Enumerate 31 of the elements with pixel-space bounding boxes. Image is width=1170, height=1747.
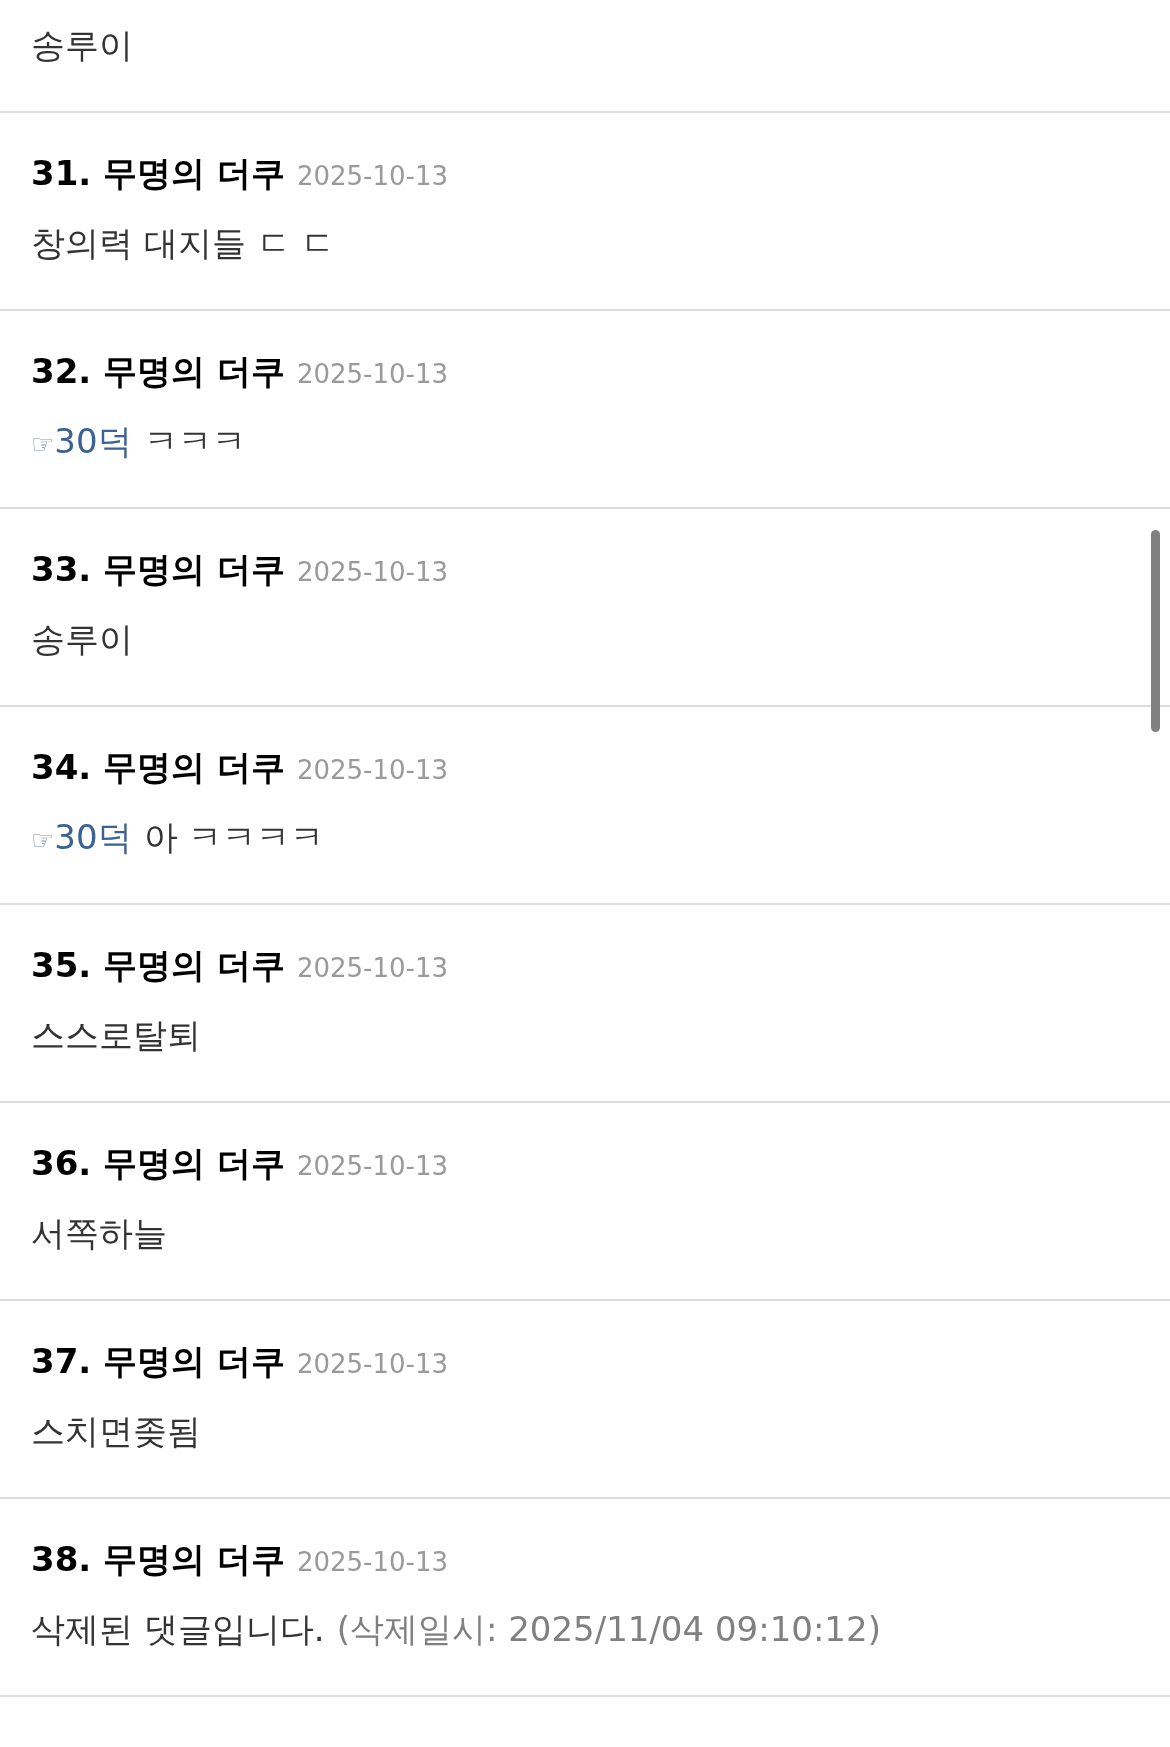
comment-text: 스스로탈퇴 bbox=[31, 1014, 201, 1057]
comment-text: 송루이 bbox=[31, 618, 133, 661]
scrollbar-thumb[interactable] bbox=[1151, 530, 1160, 732]
comment-date: 2025-10-13 bbox=[296, 358, 448, 391]
pointing-hand-icon: ☞ bbox=[31, 420, 55, 468]
comment-author: 36. 무명의 더쿠 bbox=[31, 1142, 285, 1185]
reply-link[interactable]: ☞30덕 bbox=[31, 417, 132, 468]
comment-author: 35. 무명의 더쿠 bbox=[31, 944, 285, 987]
comment-author: 37. 무명의 더쿠 bbox=[31, 1340, 285, 1383]
comment-text: 아 ㅋㅋㅋㅋ bbox=[143, 816, 325, 859]
comment-date: 2025-10-13 bbox=[296, 160, 448, 193]
comment-text: 스치면좆됨 bbox=[31, 1410, 201, 1453]
comment-date: 2025-10-13 bbox=[296, 1348, 448, 1381]
comment-date: 2025-10-13 bbox=[296, 1150, 448, 1183]
comment-text: 삭제된 댓글입니다. bbox=[31, 1608, 325, 1651]
comment-text: 창의력 대지들 ㄷ ㄷ bbox=[31, 222, 336, 265]
comment-text: ㅋㅋㅋ bbox=[143, 420, 246, 463]
comment-text: 송루이 bbox=[31, 24, 133, 67]
comment-author: 34. 무명의 더쿠 bbox=[31, 746, 285, 789]
comment-author: 31. 무명의 더쿠 bbox=[31, 152, 285, 195]
comment-date: 2025-10-13 bbox=[296, 754, 448, 787]
deletion-time: (삭제일시: 2025/11/04 09:10:12) bbox=[336, 1608, 881, 1651]
comment-date: 2025-10-13 bbox=[296, 952, 448, 985]
comment-text: 서쪽하늘 bbox=[31, 1212, 167, 1255]
comment-author: 33. 무명의 더쿠 bbox=[31, 548, 285, 591]
comment-author: 32. 무명의 더쿠 bbox=[31, 350, 285, 393]
comment-date: 2025-10-13 bbox=[296, 1546, 448, 1579]
pointing-hand-icon: ☞ bbox=[31, 816, 55, 864]
comment-author: 38. 무명의 더쿠 bbox=[31, 1538, 285, 1581]
comment-date: 2025-10-13 bbox=[296, 556, 448, 589]
reply-link[interactable]: ☞30덕 bbox=[31, 813, 132, 864]
